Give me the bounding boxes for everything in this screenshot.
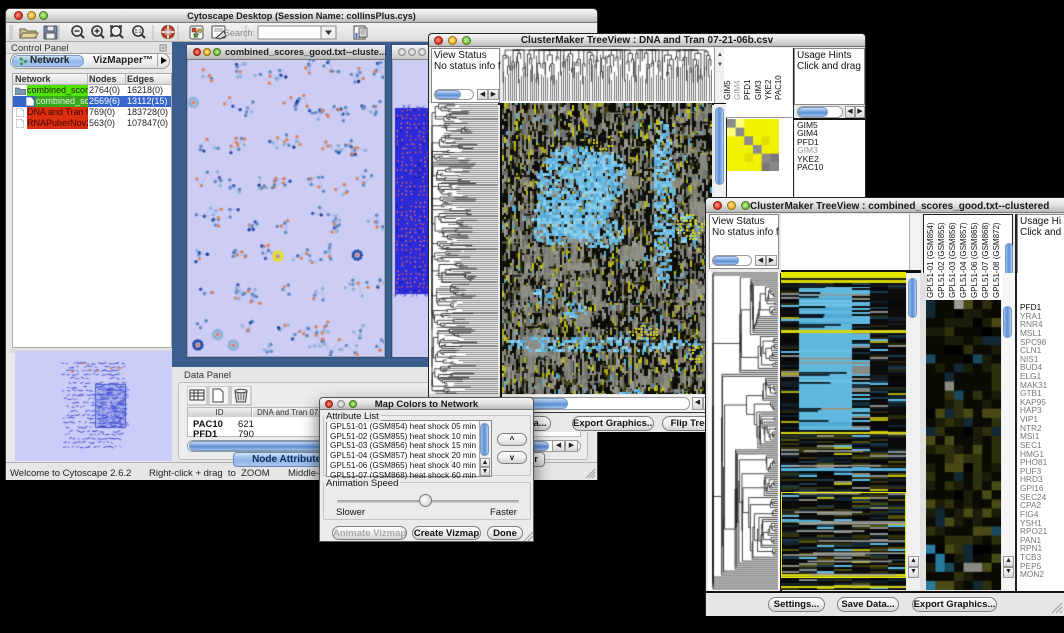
svg-text:1:1: 1:1 (135, 29, 142, 35)
svg-text:Search:: Search: (224, 28, 255, 38)
